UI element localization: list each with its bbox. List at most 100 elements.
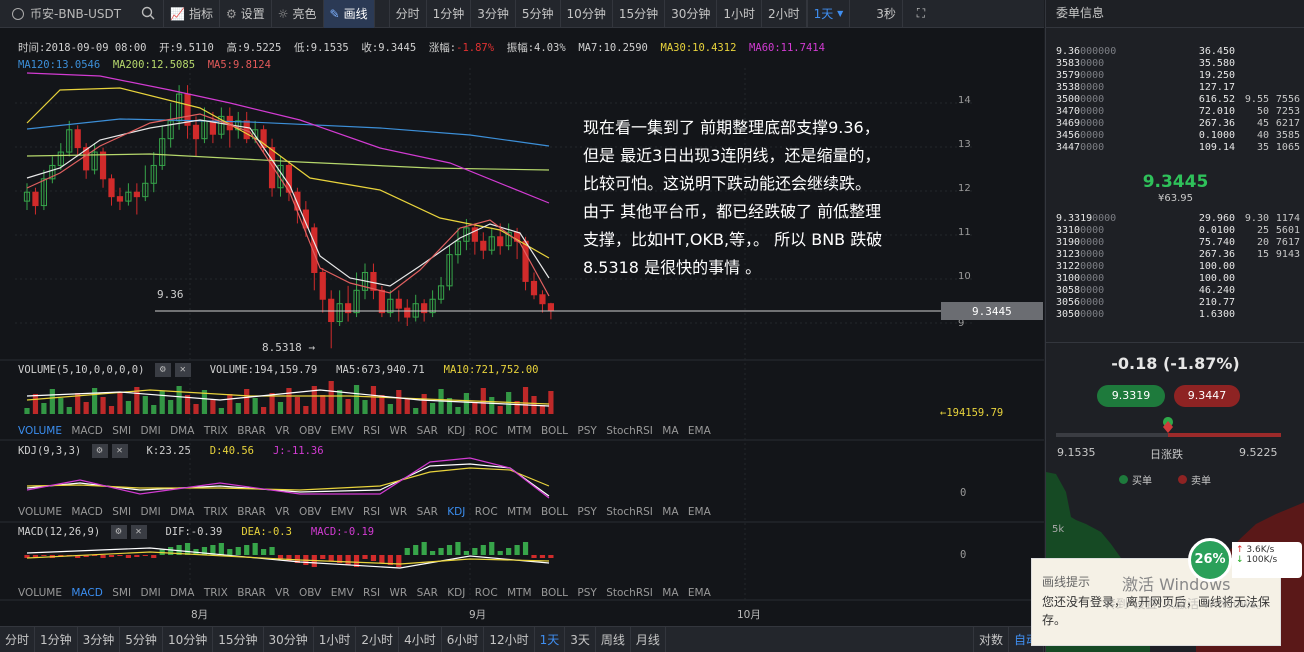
ask-row[interactable]: 34560000 0.1000 40 3585 [1046, 130, 1304, 142]
ask-price-button[interactable]: 9.3447 [1174, 385, 1240, 407]
indicator-tab[interactable]: MA [662, 425, 678, 437]
ask-row[interactable]: 34700000 72.010 50 7253 [1046, 106, 1304, 118]
indicator-tab[interactable]: VR [275, 425, 289, 437]
indicator-tab[interactable]: DMI [140, 425, 160, 437]
ask-row[interactable]: 34690000 267.36 45 6217 [1046, 118, 1304, 130]
ask-row[interactable]: 35380000 127.17 [1046, 82, 1304, 94]
indicator-tab[interactable]: BRAR [237, 506, 266, 518]
indicator-tab[interactable]: VOLUME [18, 425, 62, 437]
bid-row[interactable]: 30560000 210.77 [1046, 297, 1304, 309]
close-icon[interactable]: ✕ [174, 363, 191, 377]
bottom-tab-timeframe[interactable]: 周线 [596, 626, 631, 652]
settings-gear-icon[interactable]: ⚙ [110, 525, 127, 539]
symbol-selector[interactable]: 币安-BNB-USDT [0, 0, 164, 28]
ask-row[interactable]: 35000000 616.52 9.55 7556 [1046, 94, 1304, 106]
tab-timeframe[interactable]: 5分钟 [516, 0, 561, 28]
indicator-button[interactable]: 📈 指标 [164, 0, 220, 28]
indicator-tab[interactable]: MTM [507, 587, 532, 599]
bottom-tab-timeframe[interactable]: 30分钟 [264, 626, 314, 652]
fullscreen-icon[interactable]: ⛶ [903, 0, 939, 28]
indicator-tab[interactable]: OBV [299, 587, 321, 599]
indicator-tab[interactable]: EMV [331, 506, 354, 518]
bid-row[interactable]: 30580000 46.240 [1046, 285, 1304, 297]
indicator-tab[interactable]: MTM [507, 506, 532, 518]
indicator-tab[interactable]: RSI [363, 506, 380, 518]
ask-row[interactable]: 35830000 35.580 [1046, 58, 1304, 70]
indicator-tab[interactable]: VR [275, 587, 289, 599]
indicator-tab[interactable]: KDJ [447, 506, 465, 518]
ask-row[interactable]: 34470000 109.14 35 1065 [1046, 142, 1304, 154]
indicator-tab[interactable]: OBV [299, 506, 321, 518]
bottom-tab-timeframe[interactable]: 分时 [0, 626, 36, 652]
indicator-tab[interactable]: BRAR [237, 425, 266, 437]
tab-timeframe[interactable]: 30分钟 [665, 0, 718, 28]
indicator-tab[interactable]: BOLL [541, 506, 568, 518]
bottom-tab-timeframe[interactable]: 12小时 [484, 626, 535, 652]
indicator-tab[interactable]: SMI [112, 506, 131, 518]
indicator-tab[interactable]: OBV [299, 425, 321, 437]
indicator-tab[interactable]: TRIX [204, 506, 228, 518]
chart-area[interactable]: 14 13 12 11 10 9 9.36 9.3445 8.5318 → 时间:2018-09… [0, 28, 1044, 626]
indicator-tab[interactable]: MACD [71, 425, 102, 437]
indicator-tab[interactable]: VOLUME [18, 506, 62, 518]
ask-row[interactable]: 9.36000000 36.450 [1046, 46, 1304, 58]
bid-row[interactable]: 31220000 100.00 [1046, 261, 1304, 273]
timeframe-dropdown[interactable]: 1天 ▼ [806, 0, 851, 28]
tab-timeframe[interactable]: 2小时 [762, 0, 807, 28]
indicator-tab[interactable]: KDJ [447, 425, 465, 437]
indicator-tab[interactable]: BOLL [541, 425, 568, 437]
settings-button[interactable]: ⚙ 设置 [220, 0, 272, 28]
bottom-tab-timeframe[interactable]: 1天 [535, 626, 566, 652]
bottom-tab-timeframe[interactable]: 3分钟 [78, 626, 121, 652]
close-icon[interactable]: ✕ [130, 525, 147, 539]
search-icon[interactable] [141, 6, 155, 20]
bottom-tab-timeframe[interactable]: 4小时 [399, 626, 442, 652]
log-scale-toggle[interactable]: 对数 [972, 626, 1009, 652]
indicator-tab[interactable]: MACD [71, 506, 102, 518]
text-annotation[interactable]: 现在看一集到了 前期整理底部支撑9.36， 但是 最近3日出现3连阴线，还是缩量… [583, 114, 1003, 282]
brightness-button[interactable]: ☼ 亮色 [272, 0, 324, 28]
bid-row[interactable]: 31000000 100.00 [1046, 273, 1304, 285]
bottom-tab-timeframe[interactable]: 2小时 [356, 626, 400, 652]
indicator-tab[interactable]: EMA [688, 506, 711, 518]
indicator-tab[interactable]: ROC [475, 506, 498, 518]
indicator-tab[interactable]: SMI [112, 425, 131, 437]
indicator-tab[interactable]: SAR [417, 587, 438, 599]
tab-timeframe[interactable]: 3分钟 [471, 0, 516, 28]
indicator-tab[interactable]: WR [389, 506, 407, 518]
indicator-tab[interactable]: PSY [577, 425, 596, 437]
tab-timeframe[interactable]: 10分钟 [561, 0, 613, 28]
bottom-tab-timeframe[interactable]: 15分钟 [213, 626, 264, 652]
indicator-tab[interactable]: DMA [170, 425, 194, 437]
indicator-tab[interactable]: MA [662, 506, 678, 518]
indicator-tab[interactable]: MTM [507, 425, 532, 437]
bottom-tab-timeframe[interactable]: 月线 [631, 626, 666, 652]
indicator-tab[interactable]: SMI [112, 587, 131, 599]
bottom-tab-timeframe[interactable]: 3天 [565, 626, 596, 652]
indicator-tab[interactable]: SAR [417, 506, 438, 518]
indicator-tab[interactable]: TRIX [204, 587, 228, 599]
network-speed-widget[interactable]: 26% ↑ 3.6K/s ↓ 100K/s [1188, 538, 1304, 582]
bid-row[interactable]: 33100000 0.0100 25 5601 [1046, 225, 1304, 237]
bid-row[interactable]: 30500000 1.6300 [1046, 309, 1304, 321]
indicator-tab[interactable]: DMA [170, 587, 194, 599]
indicator-tab[interactable]: PSY [577, 587, 596, 599]
ask-row[interactable]: 35790000 19.250 [1046, 70, 1304, 82]
indicator-tab[interactable]: BOLL [541, 587, 568, 599]
tab-timeframe[interactable]: 分时 [388, 0, 427, 28]
indicator-tab[interactable]: EMV [331, 587, 354, 599]
indicator-tab[interactable]: StochRSI [606, 425, 653, 437]
indicator-tab[interactable]: PSY [577, 506, 596, 518]
indicator-tab[interactable]: TRIX [204, 425, 228, 437]
indicator-tab[interactable]: ROC [475, 587, 498, 599]
indicator-tab[interactable]: EMV [331, 425, 354, 437]
tab-timeframe[interactable]: 15分钟 [613, 0, 666, 28]
indicator-tab[interactable]: DMI [140, 587, 160, 599]
bottom-tab-timeframe[interactable]: 1分钟 [35, 626, 78, 652]
indicator-tab[interactable]: MA [662, 587, 678, 599]
draw-button[interactable]: ✎ 画线 [323, 0, 375, 28]
indicator-tab[interactable]: WR [389, 587, 407, 599]
bottom-tab-timeframe[interactable]: 6小时 [442, 626, 485, 652]
settings-gear-icon[interactable]: ⚙ [154, 363, 171, 377]
indicator-tab[interactable]: SAR [417, 425, 438, 437]
